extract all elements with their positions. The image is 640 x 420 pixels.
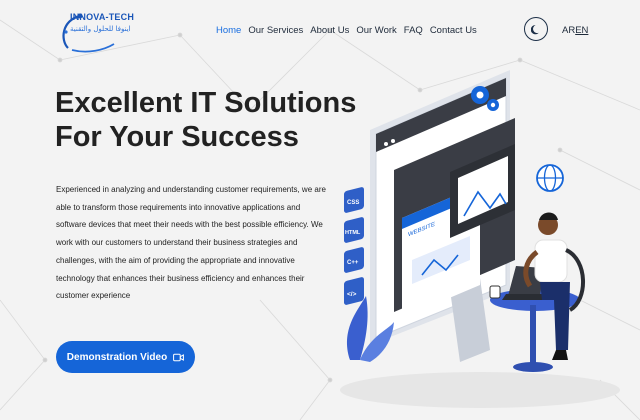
lang-ar[interactable]: AR: [562, 25, 575, 36]
video-camera-icon: [173, 353, 185, 361]
lang-en[interactable]: EN: [575, 25, 588, 36]
brand-tagline: اينوفا للحلول والتقنية: [70, 25, 131, 33]
tag-css: CSS: [347, 200, 359, 206]
nav-contact-us[interactable]: Contact Us: [430, 25, 477, 36]
main-nav: Home Our Services About Us Our Work FAQ …: [216, 25, 477, 36]
hero-title-line-2: For Your Success: [55, 121, 299, 153]
hero-description: Experienced in analyzing and understandi…: [56, 185, 326, 301]
moon-icon: [530, 24, 539, 34]
tag-html: HTML: [345, 230, 361, 236]
nav-home[interactable]: Home: [216, 25, 241, 36]
hero-illustration: WEBSITE CSS HTML C++ </>: [340, 70, 620, 408]
nav-our-work[interactable]: Our Work: [356, 25, 396, 36]
hero-title-line-1: Excellent IT Solutions: [55, 87, 357, 119]
nav-our-services[interactable]: Our Services: [248, 25, 303, 36]
tag-code: </>: [347, 291, 357, 298]
hero-title: Excellent IT Solutions For Your Success: [55, 86, 357, 154]
language-switcher[interactable]: AREN: [562, 25, 588, 36]
nav-faq[interactable]: FAQ: [404, 25, 423, 36]
cta-label: Demonstration Video: [66, 351, 168, 363]
brand-name[interactable]: INNOVA-TECH: [70, 12, 134, 22]
theme-toggle-button[interactable]: [524, 17, 548, 41]
tag-cpp: C++: [347, 260, 359, 266]
demonstration-video-button[interactable]: Demonstration Video: [56, 341, 195, 373]
nav-about-us[interactable]: About Us: [310, 25, 349, 36]
